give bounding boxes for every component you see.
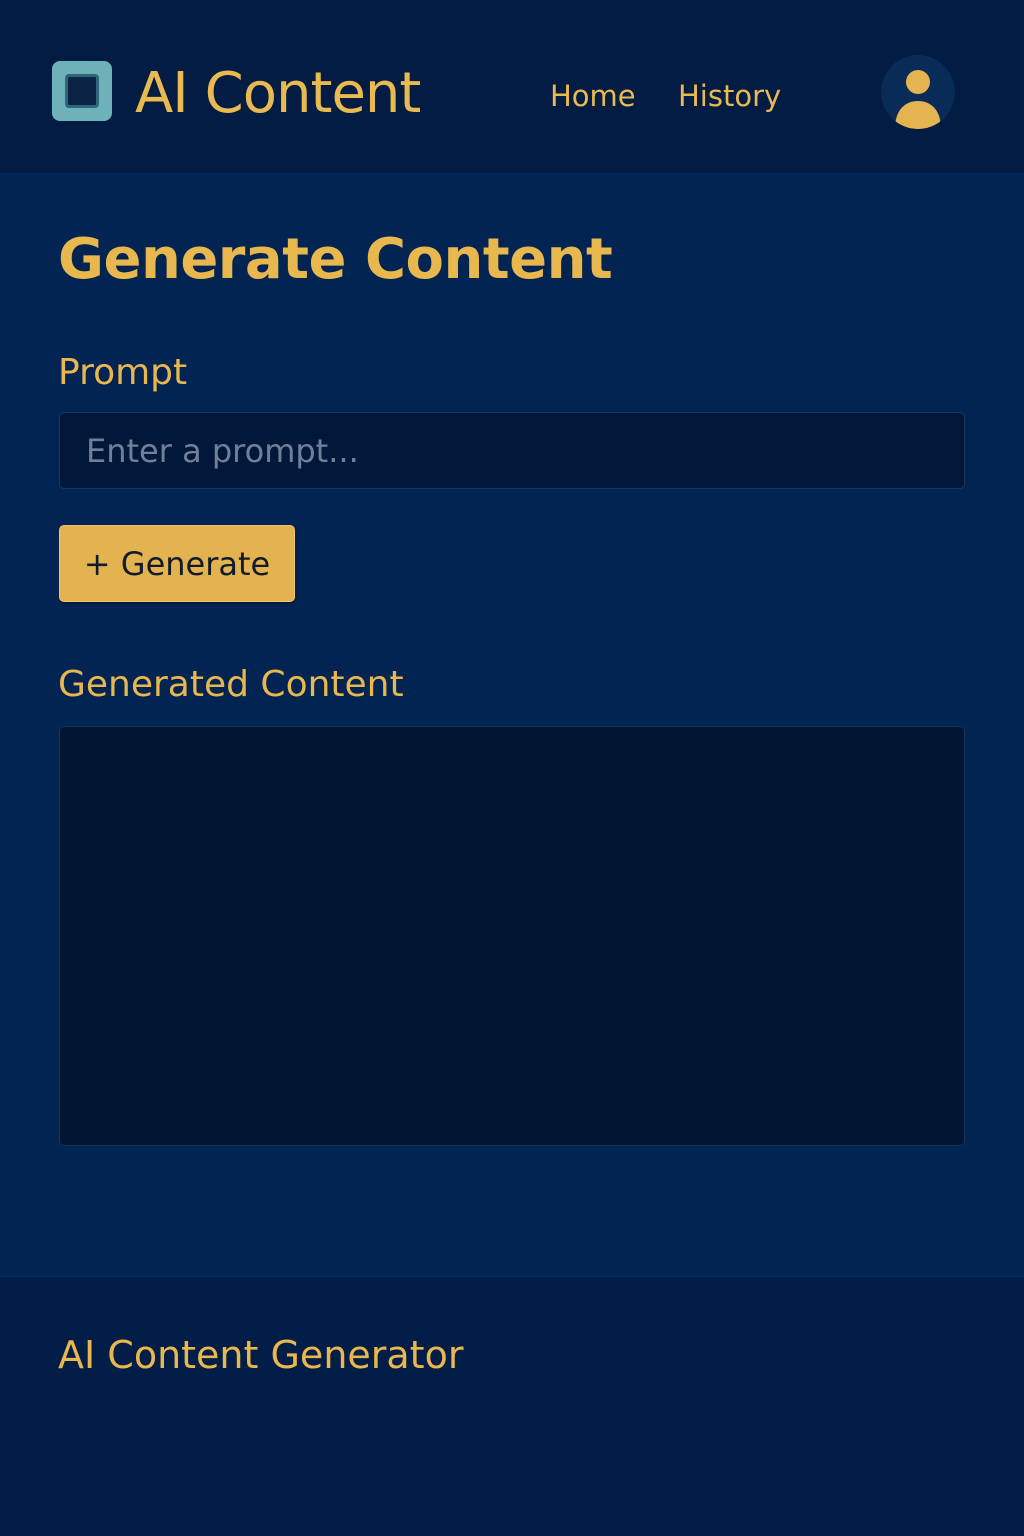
user-avatar-button[interactable] — [881, 55, 955, 129]
generated-content-label: Generated Content — [58, 664, 404, 705]
prompt-input[interactable] — [59, 412, 965, 489]
prompt-label: Prompt — [58, 352, 188, 393]
nav-history-link[interactable]: History — [678, 78, 781, 114]
nav-home-link[interactable]: Home — [550, 78, 636, 114]
top-navigation-bar: AI Content Home History — [0, 0, 1024, 174]
generated-content-output[interactable] — [59, 726, 965, 1146]
logo-inner-square — [65, 74, 99, 108]
app-logo-icon — [52, 61, 112, 121]
footer: AI Content Generator — [0, 1276, 1024, 1536]
user-avatar-icon — [895, 70, 941, 129]
generate-button[interactable]: + Generate — [59, 525, 295, 602]
footer-title: AI Content Generator — [58, 1333, 464, 1377]
page-title: Generate Content — [58, 227, 613, 292]
app-title: AI Content — [135, 61, 421, 126]
